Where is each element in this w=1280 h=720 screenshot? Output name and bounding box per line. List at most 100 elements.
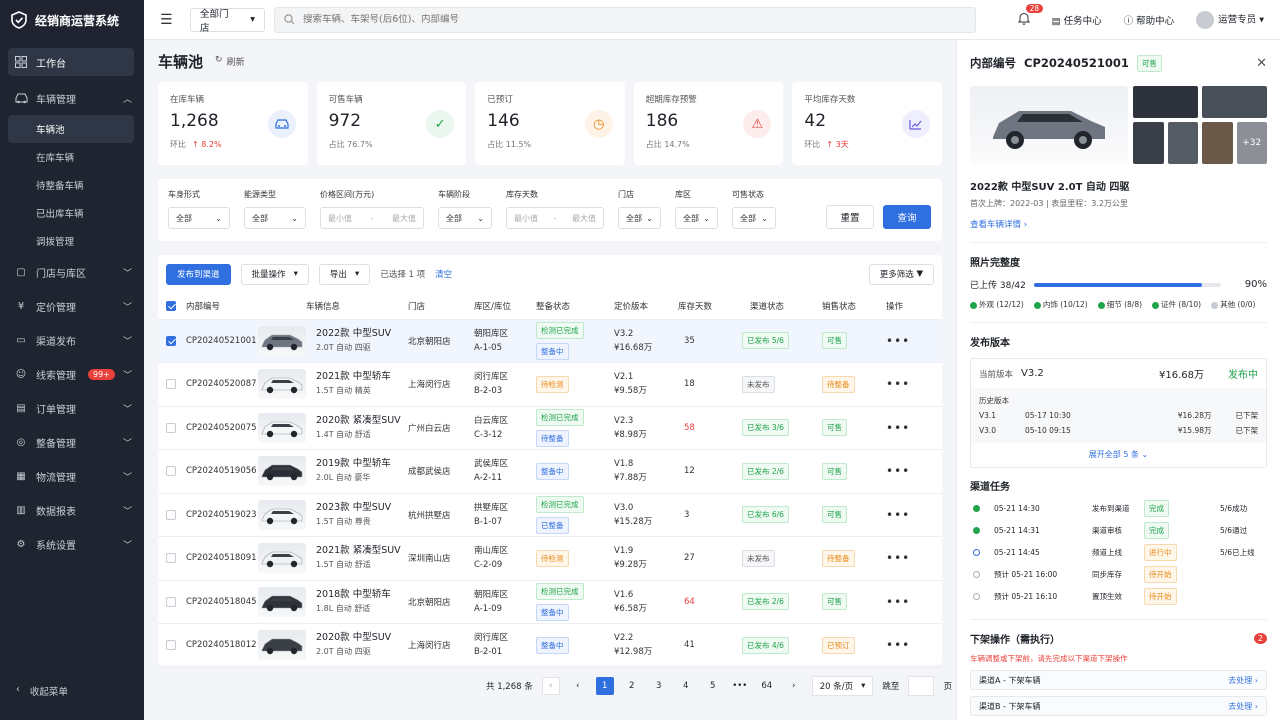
stat-card-sellable[interactable]: 可售车辆 972 占比 76.7% ✓: [316, 82, 467, 165]
more-actions-icon[interactable]: •••: [886, 334, 910, 348]
query-button[interactable]: 查询: [883, 205, 931, 229]
channel-status-tag[interactable]: 已发布 2/6: [742, 462, 789, 480]
row-checkbox[interactable]: [166, 335, 176, 346]
task-center-link[interactable]: ▤ 任务中心: [1052, 13, 1102, 27]
channel-status-tag[interactable]: 已发布 6/6: [742, 506, 789, 524]
jump-page-input[interactable]: [908, 676, 935, 696]
stat-card-in-stock[interactable]: 在库车辆 1,268 环比 ↑ 8.2%: [158, 82, 308, 165]
more-filter-button[interactable]: 更多筛选 ▼: [868, 263, 934, 285]
handle-link[interactable]: 去处理 ›: [1228, 701, 1258, 712]
close-icon[interactable]: ✕: [1256, 56, 1267, 71]
task-row[interactable]: 预计 05-21 16:00 同步库存 待开始: [970, 563, 1267, 585]
photo-category[interactable]: 细节 (8/8): [1097, 299, 1142, 310]
body-type-select[interactable]: 全部 ⌄: [168, 207, 230, 229]
car-thumbnail[interactable]: [258, 586, 306, 617]
table-row[interactable]: CP20240519023 2023款 中型SUV 1.5T 自动 尊贵 杭州拱墅…: [158, 493, 942, 537]
channel-status-tag[interactable]: 已发布 5/6: [742, 332, 789, 350]
channel-status-tag[interactable]: 未发布: [742, 375, 775, 393]
task-row[interactable]: 05-21 14:45 频道上线 进行中 5/6已上线: [970, 541, 1267, 563]
search-box[interactable]: [274, 6, 976, 33]
car-thumbnail[interactable]: [258, 630, 306, 661]
sidebar-item-logistics[interactable]: ▦ 物流管理 ﹀: [0, 459, 144, 493]
offline-item[interactable]: 渠道B - 下架车辆 去处理 ›: [970, 696, 1267, 716]
view-vehicle-detail-link[interactable]: 查看车辆详情 ›: [970, 218, 1267, 230]
page-button[interactable]: 4: [677, 677, 695, 695]
thumb-photo[interactable]: [1167, 122, 1198, 164]
sidebar-item-pricing[interactable]: ¥ 定价管理 ﹀: [0, 289, 144, 323]
page-button[interactable]: 2: [623, 677, 641, 695]
sidebar-item-workbench[interactable]: 工作台: [8, 48, 134, 76]
price-min[interactable]: 最小值: [328, 213, 352, 224]
main-vehicle-photo[interactable]: [970, 86, 1128, 164]
refresh-button[interactable]: ↻ 刷新: [215, 55, 245, 68]
price-max[interactable]: 最大值: [392, 213, 416, 224]
stat-card-avg-days[interactable]: 平均库存天数 42 环比 ↑ 3天: [792, 82, 942, 165]
expand-history-link[interactable]: 展开全部 5 条 ⌄: [979, 449, 1258, 460]
row-checkbox[interactable]: [166, 422, 176, 433]
car-thumbnail[interactable]: [258, 369, 306, 400]
sidebar-sub-shipped[interactable]: 已出库车辆: [0, 199, 144, 227]
thumb-photo[interactable]: [1133, 86, 1198, 118]
channel-status-tag[interactable]: 已发布 3/6: [742, 419, 789, 437]
more-actions-icon[interactable]: •••: [886, 551, 910, 565]
channel-status-tag[interactable]: 未发布: [742, 549, 775, 567]
row-checkbox[interactable]: [166, 640, 176, 650]
car-thumbnail[interactable]: [258, 325, 306, 356]
car-thumbnail[interactable]: [258, 412, 306, 443]
publish-channel-button[interactable]: 发布到渠道: [166, 263, 231, 285]
user-menu[interactable]: 运营专员 ▾: [1196, 10, 1264, 29]
table-row[interactable]: CP20240520075 2020款 紧凑型SUV 1.4T 自动 舒适 广州白…: [158, 406, 942, 450]
help-center-link[interactable]: ⓘ 帮助中心: [1124, 13, 1175, 27]
stat-card-reserved[interactable]: 已预订 146 占比 11.5% ◷: [475, 82, 625, 165]
car-thumbnail[interactable]: [258, 543, 306, 574]
row-checkbox[interactable]: [166, 596, 176, 607]
channel-status-tag[interactable]: 已发布 2/6: [742, 593, 789, 611]
table-row[interactable]: CP20240518091 2021款 紧凑型SUV 1.5T 自动 舒适 深圳南…: [158, 536, 942, 581]
select-all-checkbox[interactable]: [166, 300, 176, 311]
row-checkbox[interactable]: [166, 466, 176, 476]
car-thumbnail[interactable]: [258, 456, 306, 487]
batch-action-button[interactable]: 批量操作 ▾: [240, 263, 309, 285]
more-photos-button[interactable]: +32: [1236, 122, 1267, 164]
table-row[interactable]: CP20240520087 2021款 中型轿车 1.5T 自动 精英 上海闵行店…: [158, 362, 942, 407]
more-actions-icon[interactable]: •••: [886, 464, 910, 478]
sidebar-sub-transfer[interactable]: 调拨管理: [0, 227, 144, 255]
task-row[interactable]: 05-21 14:31 渠道审核 完成 5/6通过: [970, 519, 1267, 541]
row-checkbox[interactable]: [166, 553, 176, 563]
prev-page-button[interactable]: ‹: [569, 677, 587, 695]
page-button[interactable]: 1: [595, 677, 614, 695]
table-row[interactable]: CP20240518045 2018款 中型轿车 1.8L 自动 舒适 北京朝阳店…: [158, 580, 942, 624]
days-max[interactable]: 最大值: [572, 213, 596, 224]
row-checkbox[interactable]: [166, 509, 176, 520]
energy-select[interactable]: 全部 ⌄: [244, 207, 306, 229]
page-size-select[interactable]: 20 条/页 ▾: [811, 676, 874, 696]
table-row[interactable]: CP20240521001 2022款 中型SUV 2.0T 自动 四驱 北京朝阳…: [158, 319, 942, 363]
notification-button[interactable]: 28: [1017, 3, 1044, 28]
thumb-photo[interactable]: [1202, 86, 1267, 118]
sidebar-item-reports[interactable]: ▥ 数据报表 ﹀: [0, 493, 144, 527]
store-select[interactable]: 全部门店 ▾: [190, 7, 265, 34]
store-filter-select[interactable]: 全部 ⌄: [618, 207, 661, 229]
sidebar-item-prep[interactable]: ◎ 整备管理 ﹀: [0, 425, 144, 459]
page-button[interactable]: 3: [650, 677, 668, 695]
more-actions-icon[interactable]: •••: [886, 508, 910, 522]
export-button[interactable]: 导出 ▾: [318, 263, 371, 285]
more-actions-icon[interactable]: •••: [886, 638, 910, 652]
more-actions-icon[interactable]: •••: [886, 421, 910, 435]
stat-card-overdue[interactable]: 超期库存预警 186 占比 14.7% ⚠: [633, 82, 784, 165]
reset-button[interactable]: 重置: [826, 205, 874, 229]
zone-select[interactable]: 全部 ⌄: [675, 207, 718, 229]
sidebar-sub-pending-prep[interactable]: 待整备车辆: [0, 171, 144, 199]
app-logo[interactable]: 经销商运营系统: [0, 0, 144, 40]
photo-category[interactable]: 其他 (0/0): [1211, 299, 1255, 310]
table-row[interactable]: CP20240518012 2020款 中型SUV 2.0T 自动 四驱 上海闵行…: [158, 623, 942, 668]
sidebar-item-channel[interactable]: ▭ 渠道发布 ﹀: [0, 323, 144, 357]
sidebar-item-vehicle-mgmt[interactable]: 车辆管理 ︿: [0, 81, 144, 115]
table-row[interactable]: CP20240519056 2019款 中型轿车 2.0L 自动 豪华 成都武侯店…: [158, 449, 942, 494]
photo-category[interactable]: 内饰 (10/12): [1033, 299, 1088, 310]
more-actions-icon[interactable]: •••: [886, 595, 910, 609]
sale-status-select[interactable]: 全部 ⌄: [732, 207, 776, 229]
sidebar-item-store-zone[interactable]: ▢ 门店与库区 ﹀: [0, 255, 144, 289]
channel-status-tag[interactable]: 已发布 4/6: [742, 636, 789, 654]
history-row[interactable]: V3.0 05-10 09:15 ¥15.98万 已下架: [979, 423, 1258, 438]
